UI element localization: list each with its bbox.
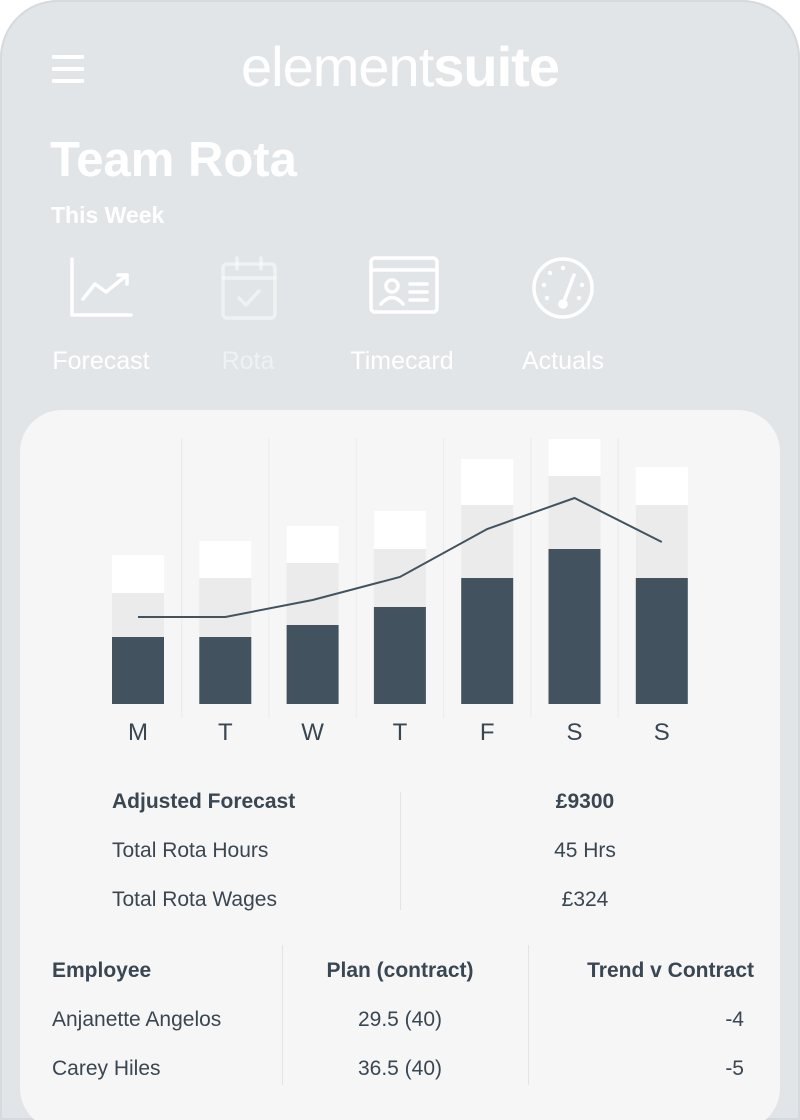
chart-line-icon xyxy=(70,257,133,317)
chart-bar-mid xyxy=(548,476,601,549)
gauge-icon xyxy=(532,257,594,319)
nav-rota[interactable]: Rota xyxy=(208,255,288,385)
id-card-icon xyxy=(369,256,439,314)
header-plan-contract: Plan (contract) xyxy=(326,959,474,982)
summary-divider xyxy=(400,792,401,910)
chart-x-label: T xyxy=(393,719,408,746)
employee-name: Anjanette Angelos xyxy=(52,1008,222,1031)
plan-contract-value: 36.5 (40) xyxy=(357,1057,443,1080)
chart-x-label: S xyxy=(566,719,582,746)
nav-actuals[interactable]: Actuals xyxy=(518,255,608,385)
chart-bar-base xyxy=(286,625,339,704)
page-subtitle: This Week xyxy=(51,202,165,228)
chart-bar-base xyxy=(112,637,164,704)
nav-label: Actuals xyxy=(522,347,604,375)
trend-value: -5 xyxy=(725,1057,744,1080)
chart-x-label: M xyxy=(128,719,148,746)
app-screen: elementsuite Team Rota This Week Forecas… xyxy=(0,0,800,1120)
chart-bar-base xyxy=(635,578,688,704)
employee-name: Carey Hiles xyxy=(52,1057,161,1080)
summary-value-adjusted-forecast: £9300 xyxy=(555,790,615,813)
chart-bar-base xyxy=(373,607,426,704)
weekly-rota-chart: MTWTFSS xyxy=(112,438,688,746)
chart-x-label: T xyxy=(218,719,233,746)
chart-bar-top xyxy=(286,526,339,563)
brand-logo: elementsuite xyxy=(241,35,560,98)
table-divider xyxy=(282,945,283,1085)
summary-value-total-rota-wages: £324 xyxy=(561,888,609,911)
trend-value: -4 xyxy=(725,1008,744,1031)
chart-bar-top xyxy=(373,511,426,549)
table-divider xyxy=(528,945,529,1085)
chart-bar-base xyxy=(548,549,601,704)
chart-x-label: F xyxy=(480,719,495,746)
rota-summary-card: M T W T F S S Adjusted Forecast £9300 Total Ro… xyxy=(20,410,780,1120)
summary-label-total-rota-hours: Total Rota Hours xyxy=(112,839,269,862)
chart-bar-top xyxy=(635,467,688,505)
nav-label: Forecast xyxy=(52,347,150,375)
summary-value-total-rota-hours: 45 Hrs xyxy=(554,839,616,862)
plan-contract-value: 29.5 (40) xyxy=(357,1008,443,1031)
chart-x-label: W xyxy=(301,719,324,746)
chart-bar-top xyxy=(112,555,164,593)
chart-x-label: S xyxy=(654,719,670,746)
nav-timecard[interactable]: Timecard xyxy=(348,255,456,385)
header-employee: Employee xyxy=(52,959,152,982)
chart-bar-base xyxy=(199,637,252,704)
summary-label-total-rota-wages: Total Rota Wages xyxy=(112,888,277,911)
chart-bar-mid xyxy=(112,593,164,637)
chart-bar-mid xyxy=(199,578,252,637)
chart-bar-base xyxy=(461,578,514,704)
page-title: Team Rota xyxy=(50,133,297,187)
chart-bar-mid xyxy=(461,505,514,578)
chart-bar-top xyxy=(548,439,601,476)
chart-bar-top xyxy=(461,459,514,505)
header-trend-v-contract: Trend v Contract xyxy=(587,959,754,982)
nav-label: Rota xyxy=(221,347,275,375)
chart-bar-mid xyxy=(286,563,339,625)
summary-label-adjusted-forecast: Adjusted Forecast xyxy=(112,790,296,813)
nav-label: Timecard xyxy=(350,347,454,375)
calendar-check-icon xyxy=(221,256,277,320)
nav-forecast[interactable]: Forecast xyxy=(51,255,151,385)
chart-bar-top xyxy=(199,541,252,578)
